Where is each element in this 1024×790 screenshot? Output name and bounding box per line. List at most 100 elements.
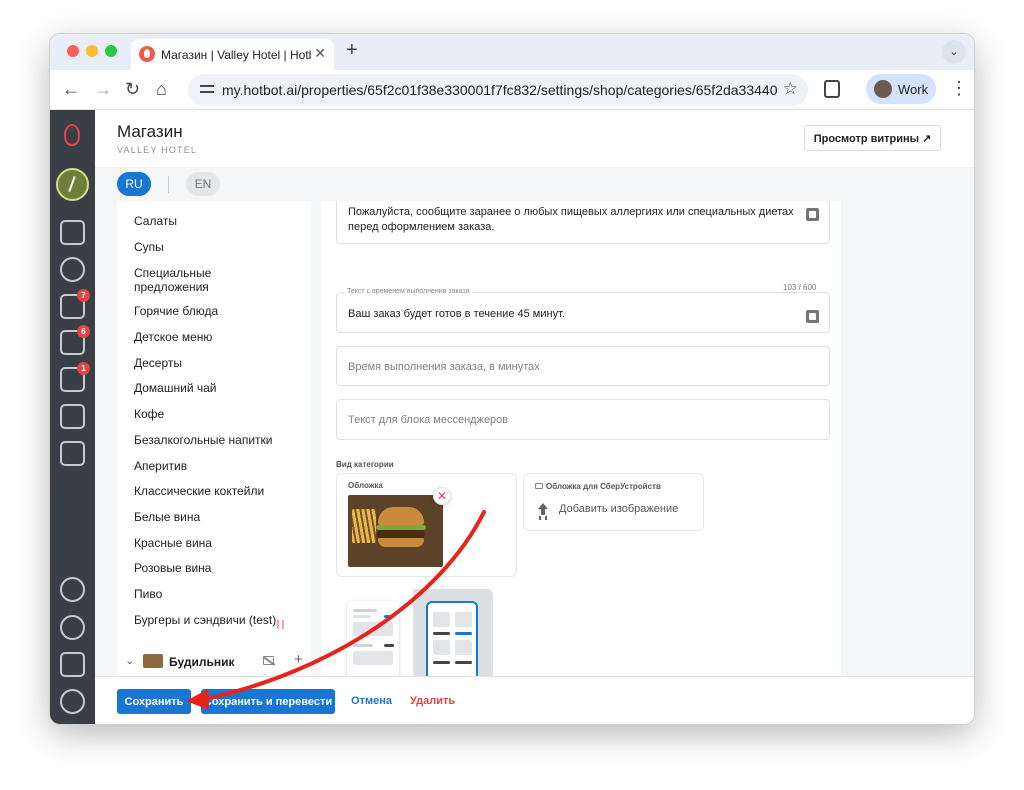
chat-nav[interactable] [60,441,85,466]
delete-button[interactable]: Удалить [410,695,455,707]
add-image-link[interactable]: Добавить изображение [559,503,678,515]
save-and-translate-button[interactable]: Сохранить и перевести [201,689,335,714]
time-text-field[interactable]: Текст с временем выполнения заказа Ваш з… [336,288,830,333]
left-rail: 7 6 1 [50,110,95,724]
category-item[interactable]: Горячие блюда [134,304,284,318]
preview-line [353,644,373,647]
preview-button [455,632,472,635]
cart-badge: 1 [77,362,90,375]
category-list: Салаты Супы Специальные предложения Горя… [117,201,311,676]
cover-image[interactable] [348,495,443,567]
user-icon [60,615,85,640]
category-item[interactable]: Супы [134,240,284,254]
category-item[interactable]: Пиво [134,587,284,601]
category-item[interactable]: Специальные предложения [134,266,284,294]
profile-button[interactable]: Work [866,74,936,104]
zoom-window-button[interactable] [105,45,117,57]
chevron-down-icon[interactable]: ⌄ [942,40,966,64]
sber-cover-card[interactable]: Обложка для СберУстройств Добавить изобр… [523,473,704,531]
messenger-text-input[interactable]: Текст для блока мессенджеров [336,399,830,440]
group-thumbnail [143,654,163,668]
preview-line [353,615,371,618]
preview-card [455,640,472,655]
category-item[interactable]: Аперитив [134,459,284,473]
browser-tab[interactable]: Магазин | Valley Hotel | Hotbot ✕ [131,39,334,70]
category-item[interactable]: Детское меню [134,330,284,344]
address-bar[interactable]: my.hotbot.ai/properties/65f2c01f38e33000… [188,74,808,106]
lang-ru-tab[interactable]: RU [117,172,151,196]
allergy-text: Пожалуйста, сообщите заранее о любых пищ… [348,206,794,233]
reviews-badge: 6 [77,325,90,338]
upload-icon [538,503,548,515]
allergy-text-field[interactable]: Пожалуйста, сообщите заранее о любых пищ… [336,201,830,244]
property-avatar[interactable] [56,168,89,201]
cover-card: Обложка ✕ [336,473,517,577]
lang-en-tab[interactable]: EN [186,172,220,196]
analytics-nav[interactable] [60,220,85,245]
char-counter: 103 / 600 [783,283,817,292]
preview-storefront-button[interactable]: Просмотр витрины ↗ [804,125,941,151]
mail-nav[interactable] [60,404,85,429]
remove-image-button[interactable]: ✕ [433,487,451,505]
reviews-nav[interactable]: 6 [60,325,90,355]
layout-option-grid[interactable] [414,589,493,676]
more-menu-icon[interactable]: ⋮ [950,78,968,99]
chevron-down-icon[interactable]: ⌄ [125,654,134,667]
settings-nav[interactable] [60,577,85,602]
new-tab-icon[interactable]: + [346,39,358,62]
bookmark-star-icon[interactable]: ☆ [783,79,798,99]
cart-off-icon[interactable] [263,656,274,665]
translate-icon[interactable] [806,208,819,221]
account-nav[interactable] [60,615,85,640]
cancel-button[interactable]: Отмена [351,695,392,707]
time-text-value: Ваш заказ будет готов в течение 45 минут… [348,308,565,320]
check-circle-icon [60,257,85,282]
preview-button [455,661,472,664]
layout-option-list[interactable] [336,589,414,676]
site-settings-icon[interactable] [200,82,214,96]
drag-handle-icon[interactable] [277,620,284,629]
category-group-row[interactable]: ⌄ Будильник + [117,651,311,676]
reload-icon[interactable]: ↻ [125,79,140,100]
save-button[interactable]: Сохранить [117,689,191,714]
category-item[interactable]: Домашний чай [134,381,284,395]
category-item[interactable]: Безалкогольные напитки [134,433,284,447]
burger-base-shape [378,538,424,547]
category-item[interactable]: Классические коктейли [134,484,284,498]
category-item[interactable]: Кофе [134,407,284,421]
category-item[interactable]: Красные вина [134,536,284,550]
forward-arrow-icon[interactable]: → [94,79,112,100]
category-item[interactable]: Розовые вина [134,561,284,575]
category-item[interactable]: Белые вина [134,510,284,524]
hotbot-logo-icon[interactable] [64,124,80,146]
time-minutes-input[interactable]: Время выполнения заказа, в минутах [336,346,830,386]
add-category-icon[interactable]: + [294,651,303,668]
tasks-nav[interactable] [60,257,85,282]
lang-divider [168,176,169,193]
help-nav[interactable] [60,689,85,714]
close-window-button[interactable] [67,45,79,57]
category-item[interactable]: Бургеры и сэндвичи (test) [134,613,284,627]
mail-icon [60,404,85,429]
preview-button [433,632,450,635]
translate-icon[interactable] [806,310,819,323]
form-footer: Сохранить Сохранить и перевести Отмена У… [95,676,974,724]
extensions-icon[interactable] [824,80,840,98]
preview-button [384,644,394,647]
language-bar: RU EN [95,168,974,201]
category-item[interactable]: Салаты [134,214,284,228]
minimize-window-button[interactable] [86,45,98,57]
category-item[interactable]: Десерты [134,356,284,370]
preview-card [353,622,393,636]
home-icon[interactable]: ⌂ [156,79,167,100]
page-title: Магазин [117,122,183,141]
inbox-nav[interactable]: 7 [60,289,90,319]
back-arrow-icon[interactable]: ← [62,79,80,100]
phone-preview-selected [426,601,478,676]
edit-nav[interactable] [60,652,85,677]
category-view-label: Вид категории [336,460,394,469]
time-minutes-placeholder: Время выполнения заказа, в минутах [348,361,540,373]
cover-label: Обложка [348,481,383,490]
shop-nav[interactable]: 1 [60,362,90,392]
close-icon[interactable]: ✕ [314,45,326,62]
